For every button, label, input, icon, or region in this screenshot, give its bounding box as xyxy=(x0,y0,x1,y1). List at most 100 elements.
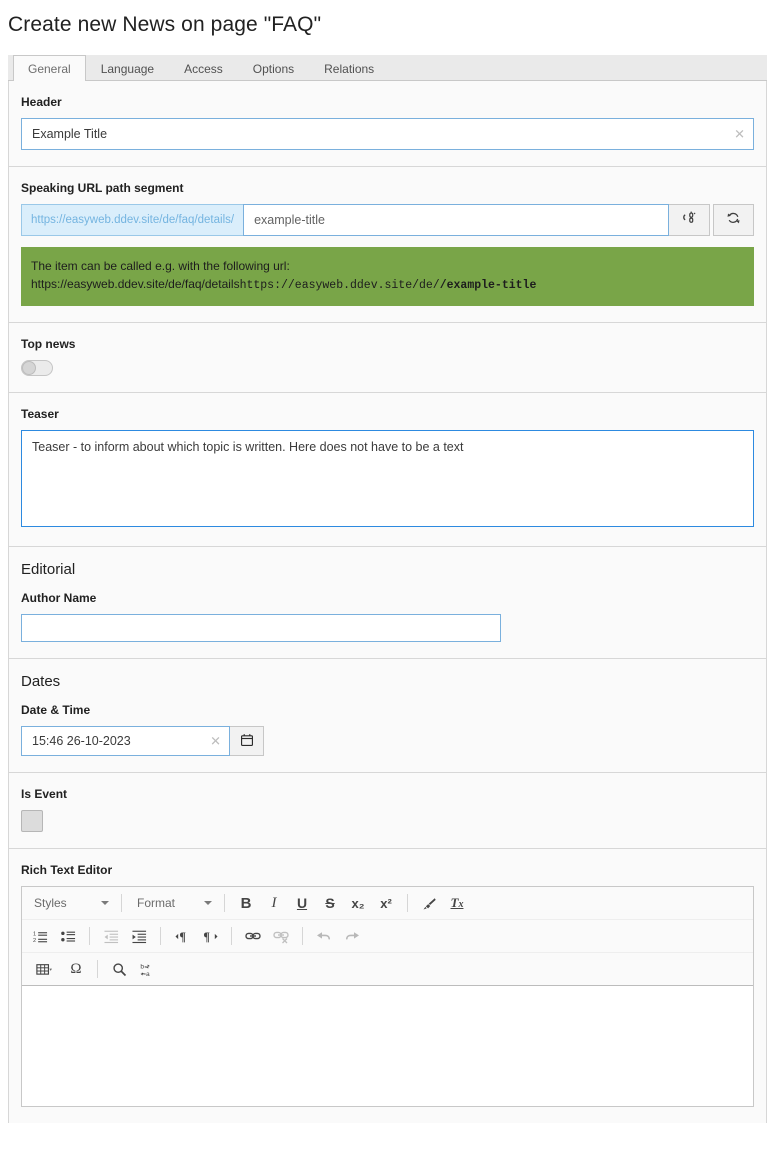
toolbar-separator xyxy=(302,927,303,945)
svg-text:¶: ¶ xyxy=(179,930,186,944)
increase-indent-button[interactable] xyxy=(126,924,152,948)
editorial-heading: Editorial xyxy=(21,561,76,578)
format-dropdown[interactable]: Format xyxy=(129,891,217,915)
dates-heading: Dates xyxy=(21,673,61,690)
header-field-label: Header xyxy=(21,95,62,109)
outdent-icon xyxy=(103,929,119,944)
link-button[interactable] xyxy=(240,924,266,948)
tab-strip: General Language Access Options Relation… xyxy=(8,55,767,81)
toolbar-separator xyxy=(231,927,232,945)
section-is-event: Is Event xyxy=(9,773,766,849)
underline-button[interactable]: U xyxy=(289,891,315,915)
find-button[interactable] xyxy=(106,957,132,981)
unlink-icon xyxy=(682,211,697,229)
numbered-list-button[interactable]: 1 2 xyxy=(27,924,53,948)
replace-button[interactable]: b a xyxy=(134,957,160,981)
svg-text:a: a xyxy=(146,971,150,977)
table-icon xyxy=(36,962,52,977)
indent-icon xyxy=(131,929,147,944)
subscript-icon: x₂ xyxy=(351,895,365,911)
paragraph-ltr-icon: ¶ xyxy=(174,929,190,944)
strikethrough-icon: S xyxy=(325,895,335,911)
toggle-knob xyxy=(22,361,36,375)
rich-text-editor-label: Rich Text Editor xyxy=(21,863,113,877)
header-input-wrap: ✕ xyxy=(21,118,754,150)
decrease-indent-button[interactable] xyxy=(98,924,124,948)
rte-toolbar-row-1: Styles Format B I U S x₂ x² Tx xyxy=(22,887,753,920)
datetime-label: Date & Time xyxy=(21,703,91,717)
section-editorial: Editorial Author Name xyxy=(9,547,766,659)
chevron-down-icon xyxy=(101,901,109,905)
callout-url-mono: https://easyweb.ddev.site/de/ xyxy=(239,279,440,292)
author-name-label: Author Name xyxy=(21,591,97,605)
undo-icon xyxy=(316,928,332,944)
section-dates: Dates Date & Time ✕ xyxy=(9,659,766,773)
url-field-label: Speaking URL path segment xyxy=(21,181,184,195)
url-segment-input[interactable] xyxy=(243,204,669,236)
tab-access[interactable]: Access xyxy=(169,55,238,81)
unlink-icon xyxy=(273,928,289,944)
datetime-row: ✕ xyxy=(21,726,754,756)
styles-dropdown[interactable]: Styles xyxy=(26,891,114,915)
svg-text:2: 2 xyxy=(33,938,36,944)
rte-toolbar: Styles Format B I U S x₂ x² Tx 1 2 ¶ ¶ Ω… xyxy=(22,887,753,986)
top-news-toggle[interactable] xyxy=(21,360,53,376)
rte-toolbar-row-2: 1 2 ¶ ¶ xyxy=(22,920,753,953)
undo-button[interactable] xyxy=(311,924,337,948)
paintbrush-icon xyxy=(422,896,437,911)
chevron-down-icon xyxy=(204,901,212,905)
remove-format-button[interactable]: Tx xyxy=(444,891,470,915)
toolbar-separator xyxy=(89,927,90,945)
header-input[interactable] xyxy=(21,118,754,150)
superscript-icon: x² xyxy=(380,895,392,911)
rte-content-area[interactable] xyxy=(22,986,753,1106)
section-header: Header ✕ xyxy=(9,81,766,167)
tab-relations[interactable]: Relations xyxy=(309,55,389,81)
link-icon xyxy=(245,928,261,944)
clear-icon[interactable]: ✕ xyxy=(734,128,745,141)
strikethrough-button[interactable]: S xyxy=(317,891,343,915)
url-row: https://easyweb.ddev.site/de/faq/details… xyxy=(21,204,754,236)
rte-toolbar-row-3: Ω b a xyxy=(22,953,753,986)
author-name-input[interactable] xyxy=(21,614,501,642)
tab-options[interactable]: Options xyxy=(238,55,309,81)
bold-icon: B xyxy=(240,894,252,912)
unlink-button[interactable] xyxy=(669,204,710,236)
form-panel: Header ✕ Speaking URL path segment https… xyxy=(8,81,767,1123)
callout-url-plain: https://easyweb.ddev.site/de/faq/details xyxy=(31,277,240,291)
url-callout: The item can be called e.g. with the fol… xyxy=(21,247,754,306)
rich-text-editor: Styles Format B I U S x₂ x² Tx 1 2 ¶ ¶ Ω… xyxy=(21,886,754,1107)
tab-language[interactable]: Language xyxy=(86,55,169,81)
callout-line-2: https://easyweb.ddev.site/de/faq/details… xyxy=(31,275,744,295)
text-direction-ltr-button[interactable]: ¶ xyxy=(169,924,195,948)
toolbar-separator xyxy=(121,894,122,912)
italic-button[interactable]: I xyxy=(261,891,287,915)
unlink-button[interactable] xyxy=(268,924,294,948)
redo-button[interactable] xyxy=(339,924,365,948)
styles-dropdown-label: Styles xyxy=(34,896,67,910)
refresh-button[interactable] xyxy=(713,204,754,236)
toolbar-separator xyxy=(160,927,161,945)
clear-icon[interactable]: ✕ xyxy=(210,735,221,748)
toolbar-separator xyxy=(224,894,225,912)
calendar-button[interactable] xyxy=(230,726,264,756)
text-direction-rtl-button[interactable]: ¶ xyxy=(197,924,223,948)
is-event-label: Is Event xyxy=(21,787,68,801)
superscript-button[interactable]: x² xyxy=(373,891,399,915)
datetime-input[interactable] xyxy=(21,726,230,756)
teaser-textarea[interactable] xyxy=(21,430,754,527)
italic-icon: I xyxy=(271,894,277,911)
copy-formatting-button[interactable] xyxy=(416,891,442,915)
section-url-segment: Speaking URL path segment https://easywe… xyxy=(9,167,766,323)
special-character-button[interactable]: Ω xyxy=(63,957,89,981)
tab-general[interactable]: General xyxy=(13,55,86,81)
is-event-checkbox[interactable] xyxy=(21,810,43,832)
svg-text:1: 1 xyxy=(33,931,36,937)
bold-button[interactable]: B xyxy=(233,891,259,915)
calendar-icon xyxy=(240,733,254,750)
format-dropdown-label: Format xyxy=(137,896,176,910)
callout-url-slug: /example-title xyxy=(439,279,537,292)
subscript-button[interactable]: x₂ xyxy=(345,891,371,915)
table-button[interactable] xyxy=(27,957,61,981)
bulleted-list-button[interactable] xyxy=(55,924,81,948)
